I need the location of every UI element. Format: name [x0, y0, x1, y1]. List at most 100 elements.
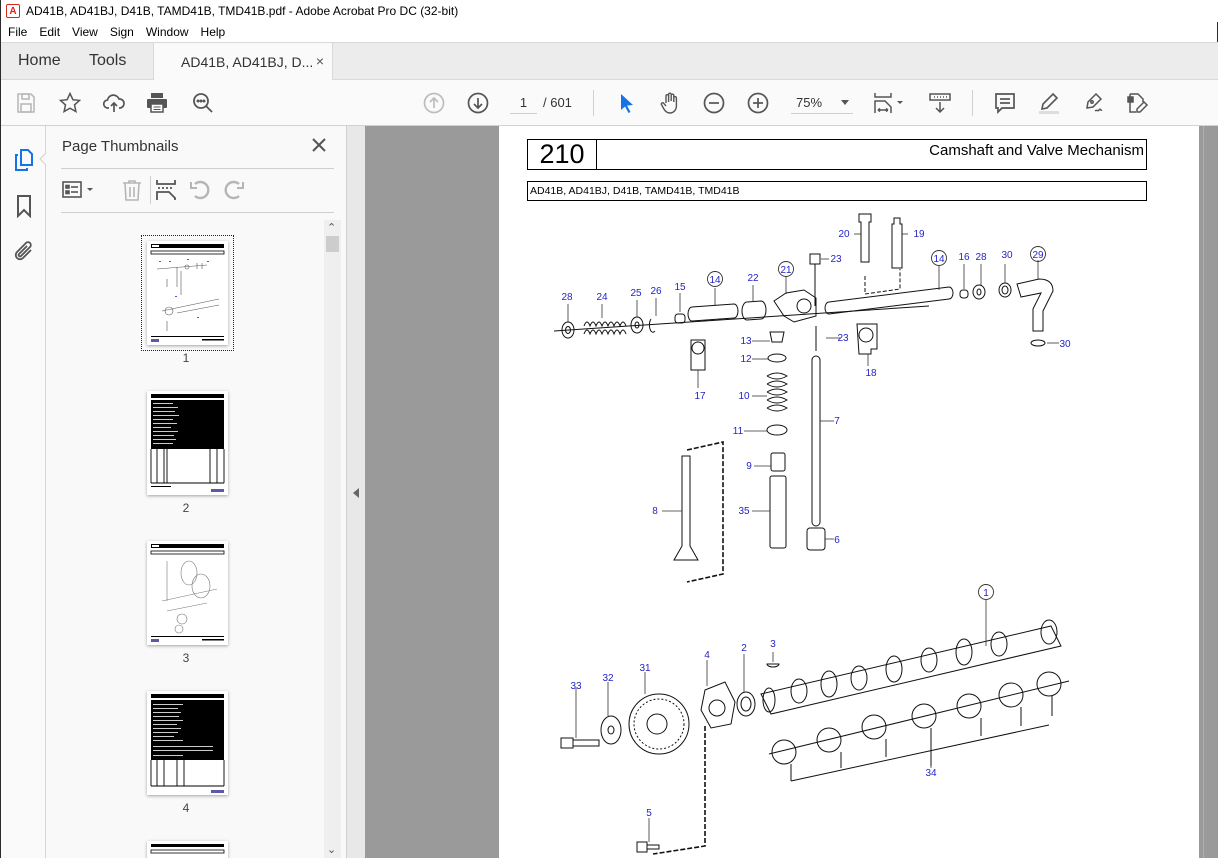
scrollbar-thumb[interactable] [326, 236, 339, 252]
callout-20: 20 [838, 229, 850, 240]
thumbnail-page-2[interactable] [147, 391, 228, 495]
callout-29: 29 [1032, 250, 1044, 261]
window-title: AD41B, AD41BJ, D41B, TAMD41B, TMD41B.pdf… [26, 4, 459, 18]
callout-28: 28 [561, 292, 573, 303]
menu-bar: File Edit View Sign Window Help [1, 22, 1218, 42]
scroll-down-icon[interactable]: ⌄ [327, 843, 336, 856]
zoom-in-icon[interactable] [746, 91, 770, 115]
toolbar-divider [150, 176, 151, 204]
highlight-icon[interactable] [1037, 91, 1061, 115]
callout-22: 22 [747, 273, 759, 284]
thumbnail-page-1[interactable] [147, 241, 228, 345]
callout-7: 7 [834, 416, 840, 427]
toolbar: 1 / 601 75% [1, 80, 1218, 126]
save-icon[interactable] [14, 91, 38, 115]
callout-13: 13 [740, 336, 752, 347]
callout-14: 14 [709, 275, 721, 286]
scroll-mode-icon[interactable] [928, 91, 952, 115]
thumbnail-options-icon[interactable] [62, 178, 98, 202]
upload-cloud-icon[interactable] [102, 91, 126, 115]
title-bar: A AD41B, AD41BJ, D41B, TAMD41B, TMD41B.p… [1, 0, 1218, 22]
bookmark-icon[interactable] [12, 194, 36, 219]
previous-page-icon[interactable] [422, 91, 446, 115]
scroll-up-icon[interactable]: ⌃ [327, 221, 336, 234]
callout-35: 35 [738, 506, 750, 517]
hand-icon[interactable] [658, 91, 682, 115]
divider [61, 212, 334, 213]
callout-18: 18 [865, 368, 877, 379]
tab-bar: Home Tools AD41B, AD41BJ, D... × [1, 42, 1218, 81]
thumbnail-page-3[interactable] [147, 541, 228, 645]
callout-31: 31 [639, 663, 651, 674]
callout-19: 19 [913, 229, 925, 240]
page-thumbnails-panel: Page Thumbnails 1 2 3 4 ⌃ ⌄ [46, 126, 346, 858]
fit-page-icon[interactable] [872, 91, 906, 115]
callout-33: 33 [570, 681, 582, 692]
callout-30: 30 [1001, 250, 1013, 261]
zoom-level-value: 75% [796, 95, 823, 110]
rotate-left-icon[interactable] [188, 178, 212, 202]
rotate-right-icon[interactable] [222, 178, 246, 202]
star-icon[interactable] [58, 91, 82, 115]
tab-document-label: AD41B, AD41BJ, D... [181, 54, 314, 70]
callout-28: 28 [975, 252, 987, 263]
thumbnails-scrollbar[interactable]: ⌃ ⌄ [324, 220, 341, 858]
next-page-icon[interactable] [466, 91, 490, 115]
toolbar-divider [593, 90, 594, 116]
collapse-panel-icon[interactable] [353, 488, 359, 498]
close-tab-icon[interactable]: × [316, 53, 324, 69]
sign-pen-icon[interactable] [1081, 91, 1105, 115]
callout-34: 34 [925, 768, 937, 779]
callout-23: 23 [837, 333, 849, 344]
print-icon[interactable] [145, 91, 169, 115]
callout-8: 8 [652, 506, 658, 517]
page-number-input[interactable]: 1 [510, 92, 537, 114]
callout-16: 16 [958, 252, 970, 263]
callout-3: 3 [770, 639, 776, 650]
insert-page-icon[interactable] [154, 178, 178, 202]
pdf-page: 210 Camshaft and Valve Mechanism AD41B, … [499, 126, 1199, 858]
left-rail [1, 126, 48, 858]
zoom-out-icon[interactable] [702, 91, 726, 115]
tab-document[interactable]: AD41B, AD41BJ, D... × [153, 42, 333, 81]
menu-file[interactable]: File [1, 25, 33, 39]
comment-icon[interactable] [993, 91, 1017, 115]
search-zoom-icon[interactable] [191, 91, 215, 115]
callout-17: 17 [694, 391, 706, 402]
menu-help[interactable]: Help [195, 25, 232, 39]
callout-32: 32 [602, 673, 614, 684]
callout-11: 11 [733, 426, 744, 437]
callout-1: 1 [983, 588, 989, 599]
callout-27: 26 [650, 286, 662, 297]
panel-title: Page Thumbnails [62, 138, 179, 155]
tab-tools[interactable]: Tools [89, 52, 126, 70]
delete-page-icon[interactable] [120, 178, 144, 202]
thumbnail-label: 3 [182, 651, 190, 665]
thumbnail-page-5[interactable] [147, 841, 228, 858]
divider [61, 168, 334, 169]
callout-9: 9 [746, 461, 752, 472]
edit-pdf-icon[interactable] [1125, 91, 1149, 115]
callout-5: 5 [646, 808, 652, 819]
attachment-icon[interactable] [12, 240, 36, 264]
panel-splitter[interactable] [346, 126, 365, 858]
callout-6: 6 [834, 535, 840, 546]
thumbnail-page-4[interactable] [147, 691, 228, 795]
menu-sign[interactable]: Sign [104, 25, 140, 39]
callout-21: 21 [780, 265, 792, 276]
zoom-level-select[interactable]: 75% [791, 92, 853, 114]
callout-2: 2 [741, 643, 747, 654]
tab-home[interactable]: Home [18, 52, 61, 70]
menu-window[interactable]: Window [140, 25, 195, 39]
acrobat-window: A AD41B, AD41BJ, D41B, TAMD41B, TMD41B.p… [0, 0, 1218, 858]
page-thumbnails-icon[interactable] [12, 148, 36, 172]
close-icon[interactable] [311, 137, 327, 153]
document-scrollbar[interactable] [1203, 126, 1218, 858]
chevron-down-icon [841, 100, 849, 105]
callout-12: 12 [740, 354, 752, 365]
callout-30: 30 [1059, 339, 1071, 350]
select-arrow-icon[interactable] [614, 91, 638, 115]
menu-edit[interactable]: Edit [33, 25, 66, 39]
exploded-parts-diagram: 28 24 25 26 15 14 22 21 20 19 23 14 16 2… [553, 213, 1071, 855]
menu-view[interactable]: View [66, 25, 104, 39]
